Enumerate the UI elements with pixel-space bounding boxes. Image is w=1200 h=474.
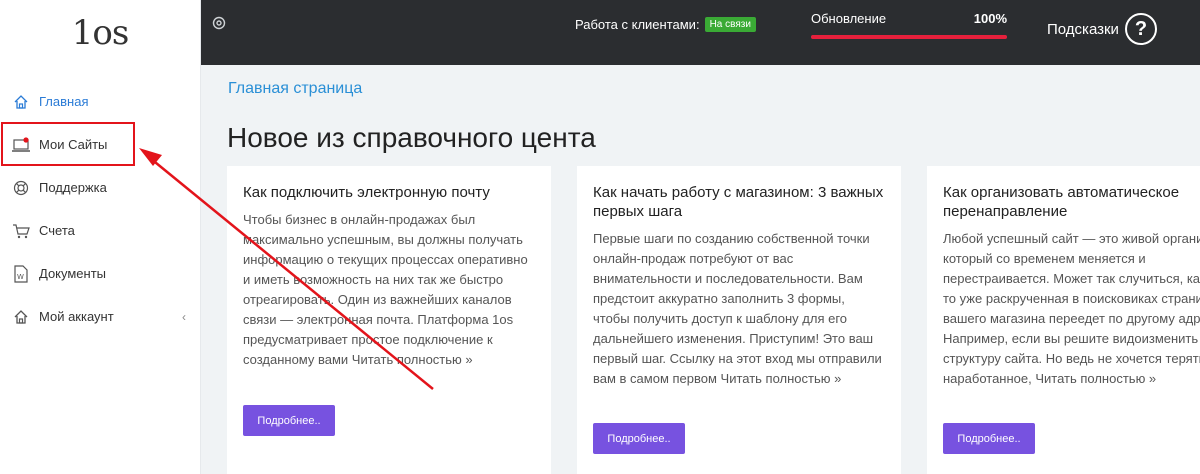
more-button[interactable]: Подробнее.. — [243, 405, 335, 436]
logo-text: 1os — [71, 12, 130, 53]
question-icon: ? — [1124, 13, 1157, 45]
page-title: Новое из справочного цента — [227, 122, 596, 153]
sidebar-item-label: Документы — [39, 266, 107, 281]
help-article-card: Как начать работу с магазином: 3 важных … — [577, 166, 901, 474]
hints-label: Подсказки — [1047, 20, 1119, 38]
sidebar-item-support[interactable]: Поддержка — [0, 166, 200, 209]
more-button[interactable]: Подробнее.. — [593, 423, 685, 454]
svg-text:W: W — [17, 273, 24, 281]
settings-icon[interactable] — [212, 16, 226, 33]
hints-button[interactable]: Подсказки ? — [1047, 13, 1157, 45]
client-work-label: Работа с клиентами: — [575, 17, 700, 32]
document-icon: W — [11, 264, 31, 284]
home-icon — [11, 307, 31, 327]
main-content: Главная страница Новое из справочного це… — [201, 65, 1200, 474]
help-article-card: Как подключить электронную почту Чтобы б… — [227, 166, 551, 474]
card-title[interactable]: Как организовать автоматическое перенапр… — [943, 183, 1200, 221]
annotation-highlight-box — [1, 122, 135, 166]
card-title[interactable]: Как начать работу с магазином: 3 важных … — [593, 183, 885, 221]
sidebar-item-home[interactable]: Главная — [0, 80, 200, 123]
card-title[interactable]: Как подключить электронную почту — [243, 183, 535, 202]
topbar: Работа с клиентами: На связи Обновление … — [201, 0, 1200, 65]
status-badge: На связи — [704, 17, 756, 32]
lifebuoy-icon — [11, 178, 31, 198]
update-percent: 100% — [973, 11, 1007, 26]
sidebar-item-account[interactable]: Мой аккаунт ‹ — [0, 295, 200, 338]
sidebar-item-label: Поддержка — [39, 180, 107, 195]
help-article-card: Как организовать автоматическое перенапр… — [927, 166, 1200, 474]
progress-bar — [811, 35, 1007, 39]
update-label: Обновление — [811, 11, 887, 26]
update-progress: Обновление 100% — [811, 11, 1007, 39]
cart-icon — [11, 221, 31, 241]
client-work-status: Работа с клиентами: На связи — [575, 17, 756, 32]
sidebar: 1os Главная Мои Сайты Поддержка Счета W … — [0, 0, 201, 474]
logo[interactable]: 1os — [0, 0, 200, 65]
card-text: Чтобы бизнес в онлайн-продажах был макси… — [243, 212, 528, 367]
sidebar-nav: Главная Мои Сайты Поддержка Счета W Доку… — [0, 80, 200, 338]
sidebar-item-documents[interactable]: W Документы — [0, 252, 200, 295]
breadcrumb[interactable]: Главная страница — [228, 80, 362, 98]
sidebar-item-label: Главная — [39, 94, 89, 109]
sidebar-item-invoices[interactable]: Счета — [0, 209, 200, 252]
card-text: Первые шаги по созданию собственной точк… — [593, 231, 882, 386]
card-text: Любой успешный сайт — это живой организм… — [943, 231, 1200, 386]
sidebar-item-label: Мой аккаунт — [39, 309, 114, 324]
sidebar-item-label: Счета — [39, 223, 75, 238]
more-button[interactable]: Подробнее.. — [943, 423, 1035, 454]
progress-bar-fill — [811, 35, 1007, 39]
chevron-left-icon[interactable]: ‹ — [182, 310, 186, 324]
home-icon — [11, 92, 31, 112]
